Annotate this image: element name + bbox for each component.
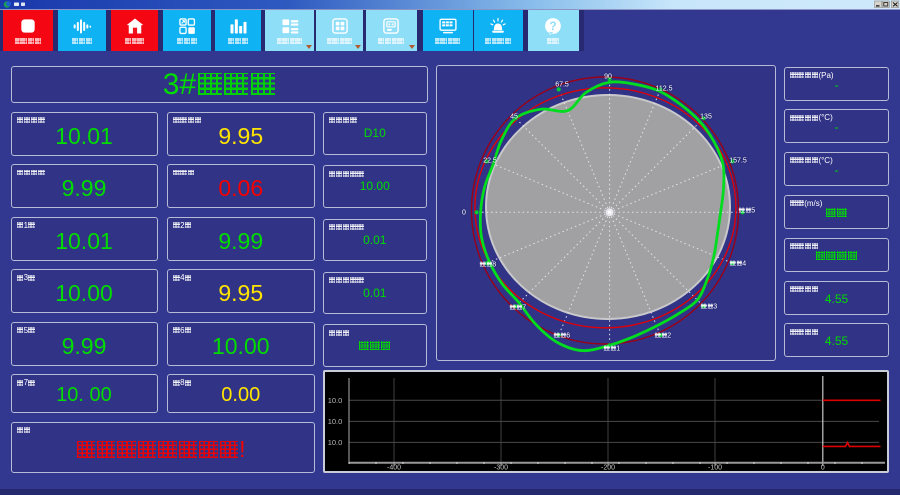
svg-text:-200: -200 (601, 465, 615, 472)
svg-text:-300: -300 (494, 465, 508, 472)
svg-text:10.0: 10.0 (328, 417, 343, 426)
svg-text:10.0: 10.0 (328, 438, 343, 447)
svg-text:0: 0 (821, 465, 825, 472)
svg-text:-100: -100 (708, 465, 722, 472)
svg-text:-400: -400 (387, 465, 401, 472)
svg-text:?: ? (549, 20, 556, 33)
svg-text:10.0: 10.0 (328, 396, 343, 405)
